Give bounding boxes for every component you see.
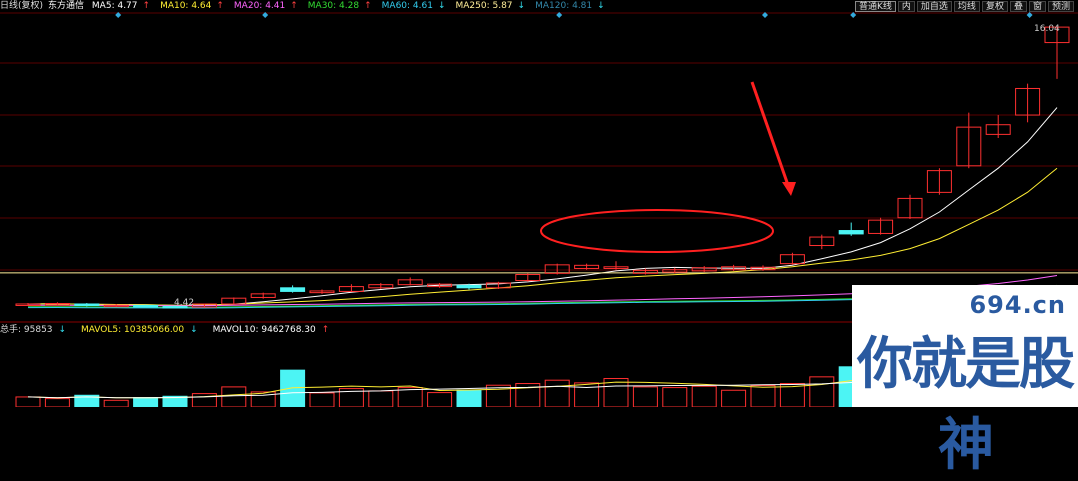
indicator-header: 日线(复权) 东方通信 MA5: 4.77 ↑ MA10: 4.64 ↑ MA20: 4.…: [0, 0, 860, 13]
watermark-url: 694.cn: [969, 291, 1066, 319]
volume-bar: [427, 392, 453, 407]
total-volume: 总手: 95853 ↓: [0, 325, 67, 335]
toolbar-button[interactable]: 内: [897, 1, 915, 12]
mavol5-value: MAVOL5: 10385066.00 ↓: [80, 325, 198, 335]
ma-values: MA5: 4.77 ↑ MA10: 4.64 ↑ MA20: 4.41 ↑ MA30: 4.…: [92, 1, 615, 11]
toolbar-button[interactable]: 普通K线: [854, 1, 896, 12]
ma-item: MA120: 4.81 ↓: [535, 1, 605, 11]
price-high-label: 16.04: [1034, 24, 1060, 34]
candle-body: [133, 304, 159, 308]
candle-body: [74, 303, 100, 306]
watermark-text: 你就是股神: [857, 332, 1075, 478]
volume-bar: [456, 389, 482, 407]
ma-item: MA5: 4.77 ↑: [91, 1, 151, 11]
volume-bar: [133, 397, 159, 407]
volume-bar: [691, 385, 717, 407]
volume-bar: [397, 387, 423, 407]
moving-average-lines: [0, 107, 1078, 309]
watermark: 694.cn 你就是股神: [852, 285, 1078, 478]
volume-bar: [574, 382, 600, 407]
volume-bar: [309, 392, 335, 407]
grid-lines: [0, 12, 1078, 323]
volume-bar: [280, 369, 306, 407]
toolbar-button[interactable]: 均线: [953, 1, 980, 12]
volume-bar: [368, 390, 394, 407]
highlight-arrow-head: [782, 182, 796, 196]
toolbar-button[interactable]: 预测: [1047, 1, 1074, 12]
toolbar-button[interactable]: 加自选: [916, 1, 952, 12]
chart-toolbar: 普通K线内加自选 均线 复权叠窗预测: [853, 1, 1074, 12]
price-low-label: 4.42: [174, 298, 194, 308]
candlesticks: [15, 26, 1070, 309]
volume-bar: [44, 398, 70, 407]
volume-bar: [103, 399, 129, 407]
ma-item: MA30: 4.28 ↑: [307, 1, 372, 11]
candle-body: [456, 284, 482, 289]
candle-body: [838, 230, 864, 235]
toolbar-button[interactable]: 叠: [1009, 1, 1027, 12]
volume-bar: [721, 389, 747, 407]
ma-line: [27, 107, 1058, 307]
ma-item: MA60: 4.61 ↓: [381, 1, 446, 11]
volume-bar: [662, 387, 688, 407]
toolbar-button[interactable]: 窗: [1028, 1, 1046, 12]
volume-bar: [544, 379, 570, 407]
period-label: 日线(复权): [0, 1, 44, 11]
volume-header: 总手: 95853 ↓ MAVOL5: 10385066.00 ↓ MAVOL10:…: [0, 325, 341, 336]
ma-item: MA20: 4.41 ↑: [233, 1, 298, 11]
candle-body: [280, 287, 306, 292]
annotations: [540, 81, 796, 253]
volume-bar: [191, 393, 217, 407]
volume-bar: [632, 386, 658, 407]
volume-bar: [809, 376, 835, 407]
ma-item: MA10: 4.64 ↑: [160, 1, 224, 11]
volume-bar: [15, 396, 41, 407]
volume-bar: [221, 386, 247, 407]
highlight-ellipse: [540, 209, 774, 253]
volume-bar: [750, 385, 776, 407]
toolbar-button[interactable]: 复权: [981, 1, 1008, 12]
stock-name: 东方通信: [48, 1, 85, 11]
ma-item: MA250: 5.87 ↓: [455, 1, 526, 11]
mavol10-value: MAVOL10: 9462768.30 ↑: [212, 325, 330, 335]
highlight-arrow-line: [750, 81, 791, 189]
